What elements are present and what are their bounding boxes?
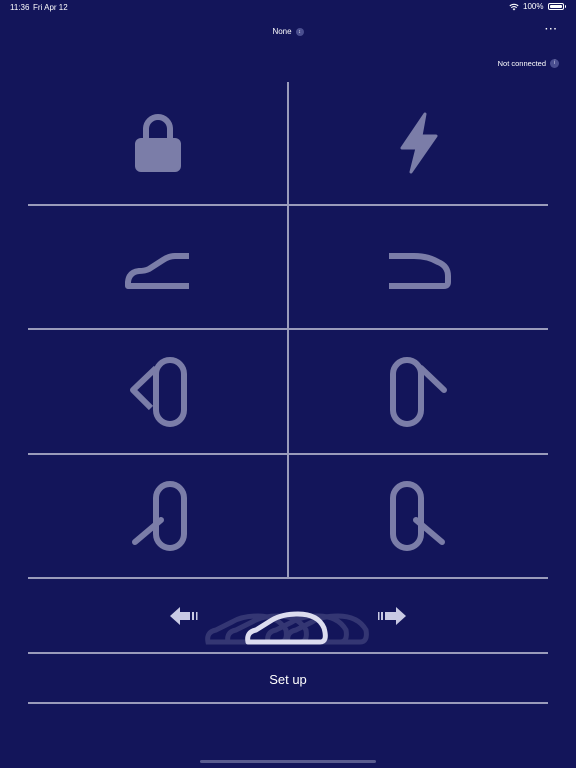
arrow-right-icon[interactable]: [378, 606, 406, 625]
rear-right-door-icon: [389, 481, 445, 551]
row-divider-5: [28, 652, 548, 654]
front-trunk-icon: [124, 253, 189, 289]
status-bar: 11:36 Fri Apr 12 100%: [0, 0, 576, 14]
rear-left-door-button[interactable]: [28, 455, 287, 577]
rear-trunk-button[interactable]: [289, 206, 548, 328]
more-button[interactable]: ···: [545, 24, 558, 35]
summon-control[interactable]: [28, 579, 548, 652]
car-ghost-trail: [205, 612, 369, 644]
home-indicator[interactable]: [200, 760, 376, 763]
front-trunk-button[interactable]: [28, 206, 287, 328]
charge-port-button[interactable]: [289, 82, 548, 204]
vehicle-selector[interactable]: None ↕: [272, 27, 304, 36]
lightning-icon: [400, 112, 437, 174]
setup-button[interactable]: Set up: [28, 655, 548, 703]
vehicle-selector-label: None: [272, 27, 292, 36]
arrow-left-icon[interactable]: [170, 606, 198, 625]
connection-status-label: Not connected: [497, 59, 546, 68]
vehicle-selector-bar: None ↕: [0, 27, 576, 36]
status-date: Fri Apr 12: [33, 3, 68, 12]
battery-tip: [564, 5, 566, 8]
info-icon[interactable]: i: [550, 59, 559, 68]
lock-button[interactable]: [28, 82, 287, 204]
status-right: 100%: [509, 2, 566, 11]
rear-right-door-button[interactable]: [289, 455, 548, 577]
rear-trunk-icon: [388, 253, 451, 289]
summon-graphic: [170, 606, 406, 644]
front-left-door-icon: [129, 356, 187, 427]
front-right-door-button[interactable]: [289, 330, 548, 453]
battery-percent: 100%: [523, 2, 544, 11]
connection-status: Not connected i: [498, 59, 559, 68]
chevron-updown-icon: ↕: [295, 27, 304, 36]
rear-left-door-icon: [131, 481, 187, 551]
front-right-door-icon: [389, 356, 447, 427]
status-time: 11:36: [10, 3, 30, 12]
lock-icon: [134, 114, 181, 172]
battery-icon: [547, 3, 564, 10]
wifi-icon: [509, 3, 519, 10]
front-left-door-button[interactable]: [28, 330, 287, 453]
